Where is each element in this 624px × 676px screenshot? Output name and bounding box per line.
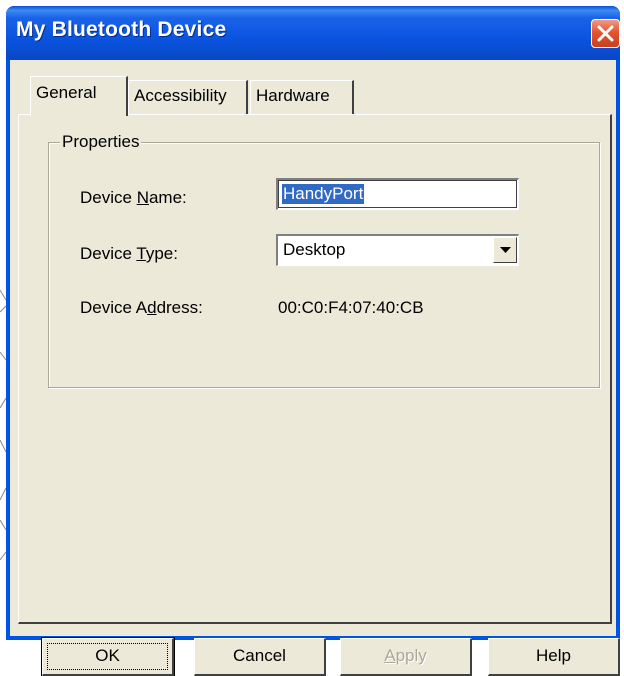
dialog-window: My Bluetooth Device General Accessibilit… xyxy=(6,6,620,676)
device-name-value: HandyPort xyxy=(282,184,365,204)
help-button-label: Help xyxy=(536,646,571,665)
device-address-value: 00:C0:F4:07:40:CB xyxy=(278,298,424,317)
tab-hardware-label: Hardware xyxy=(256,86,330,105)
tab-hardware[interactable]: Hardware xyxy=(250,80,354,114)
tab-accessibility[interactable]: Accessibility xyxy=(128,80,248,114)
tab-general[interactable]: General xyxy=(30,76,128,116)
close-button[interactable] xyxy=(591,19,620,48)
ok-button-focus-rect xyxy=(47,643,168,670)
cancel-button-label: Cancel xyxy=(233,646,286,665)
ok-button[interactable]: OK xyxy=(41,637,175,676)
dropdown-arrow-button[interactable] xyxy=(493,237,517,263)
device-address-label: Device Address: xyxy=(80,298,203,317)
device-type-dropdown[interactable]: Desktop xyxy=(276,234,519,266)
device-type-label: Device Type: xyxy=(80,244,178,263)
device-type-selected: Desktop xyxy=(283,240,346,259)
help-button[interactable]: Help xyxy=(488,638,620,676)
properties-group-title: Properties xyxy=(60,132,142,152)
cancel-button[interactable]: Cancel xyxy=(194,638,326,676)
close-icon xyxy=(597,25,614,42)
apply-button[interactable]: Apply xyxy=(340,638,472,676)
device-name-label: Device Name: xyxy=(80,188,187,207)
tab-general-label: General xyxy=(36,83,97,102)
device-name-field[interactable]: HandyPort xyxy=(276,178,519,210)
chevron-down-icon xyxy=(500,247,511,253)
window-title: My Bluetooth Device xyxy=(16,18,227,41)
tab-accessibility-label: Accessibility xyxy=(134,86,227,105)
apply-button-label: Apply xyxy=(384,646,427,665)
title-bar[interactable]: My Bluetooth Device xyxy=(6,6,620,60)
dialog-client-area: General Accessibility Hardware Propertie… xyxy=(10,60,620,676)
